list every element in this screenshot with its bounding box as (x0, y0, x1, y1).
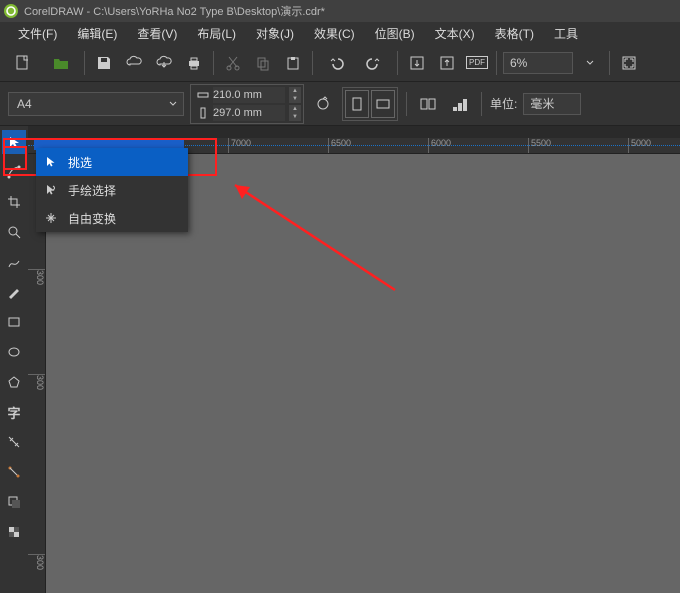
pages-button[interactable] (415, 91, 441, 117)
paper-size-select[interactable]: A4 (8, 92, 184, 116)
width-icon (197, 89, 209, 101)
polygon-tool[interactable] (2, 370, 26, 394)
new-button[interactable] (6, 50, 40, 76)
property-bar: A4 210.0 mm ▲▼ 297.0 mm ▲▼ 单位: 毫米 (0, 82, 680, 126)
zoom-dropdown[interactable] (577, 50, 603, 76)
rotate-button[interactable] (310, 91, 336, 117)
copy-button[interactable] (250, 50, 276, 76)
import-button[interactable] (404, 50, 430, 76)
transparency-tool[interactable] (2, 520, 26, 544)
freehand-tool[interactable] (2, 250, 26, 274)
unit-label: 单位: (490, 95, 517, 112)
text-tool[interactable]: 字 (2, 400, 26, 424)
pick-tool-flyout: 挑选 手绘选择 自由变换 (36, 148, 188, 232)
standard-toolbar: PDF 6% (0, 44, 680, 82)
flyout-label: 自由变换 (68, 210, 116, 227)
cut-button[interactable] (220, 50, 246, 76)
menu-edit[interactable]: 编辑(E) (67, 22, 127, 45)
landscape-button[interactable] (371, 90, 395, 118)
menu-layout[interactable]: 布局(L) (187, 22, 246, 45)
toolbox: 字 (0, 126, 28, 593)
chevron-down-icon (169, 97, 177, 111)
flyout-pick[interactable]: 挑选 (36, 148, 188, 176)
undo-button[interactable] (319, 50, 353, 76)
paste-button[interactable] (280, 50, 306, 76)
connector-tool[interactable] (2, 460, 26, 484)
info-strip (28, 126, 680, 138)
orientation-group (342, 87, 398, 121)
menu-text[interactable]: 文本(X) (425, 22, 485, 45)
page-height-input[interactable]: 297.0 mm (213, 105, 285, 121)
shape-tool[interactable] (2, 160, 26, 184)
ellipse-tool[interactable] (2, 340, 26, 364)
open-button[interactable] (44, 50, 78, 76)
redo-button[interactable] (357, 50, 391, 76)
flyout-label: 手绘选择 (68, 182, 116, 199)
menu-effects[interactable]: 效果(C) (304, 22, 365, 45)
save-button[interactable] (91, 50, 117, 76)
artistic-media-tool[interactable] (2, 280, 26, 304)
freehand-cursor-icon (42, 181, 60, 199)
width-spinner[interactable]: ▲▼ (289, 87, 301, 103)
menu-view[interactable]: 查看(V) (127, 22, 187, 45)
page-dimensions: 210.0 mm ▲▼ 297.0 mm ▲▼ (190, 84, 304, 124)
arrow-cursor-icon (42, 153, 60, 171)
drop-shadow-tool[interactable] (2, 490, 26, 514)
menu-bitmap[interactable]: 位图(B) (365, 22, 425, 45)
menu-tools[interactable]: 工具 (544, 22, 588, 45)
height-icon (197, 107, 209, 119)
transform-icon (42, 209, 60, 227)
zoom-tool[interactable] (2, 220, 26, 244)
page-width-input[interactable]: 210.0 mm (213, 87, 285, 103)
window-title: CorelDRAW - C:\Users\YoRHa No2 Type B\De… (24, 3, 325, 19)
paper-size-value: A4 (17, 97, 32, 111)
portrait-button[interactable] (345, 90, 369, 118)
print-button[interactable] (181, 50, 207, 76)
export-button[interactable] (434, 50, 460, 76)
parallel-dimension-tool[interactable] (2, 430, 26, 454)
cloud-down-button[interactable] (151, 50, 177, 76)
crop-tool[interactable] (2, 190, 26, 214)
align-button[interactable] (447, 91, 473, 117)
menu-object[interactable]: 对象(J) (246, 22, 304, 45)
unit-select[interactable]: 毫米 (523, 93, 581, 115)
pick-tool[interactable] (2, 130, 26, 154)
menu-bar: 文件(F) 编辑(E) 查看(V) 布局(L) 对象(J) 效果(C) 位图(B… (0, 22, 680, 44)
rectangle-tool[interactable] (2, 310, 26, 334)
title-bar: CorelDRAW - C:\Users\YoRHa No2 Type B\De… (0, 0, 680, 22)
menu-table[interactable]: 表格(T) (485, 22, 544, 45)
pdf-button[interactable]: PDF (464, 50, 490, 76)
zoom-input[interactable]: 6% (503, 52, 573, 74)
cloud-button[interactable] (121, 50, 147, 76)
app-icon (4, 4, 18, 18)
flyout-free-transform[interactable]: 自由变换 (36, 204, 188, 232)
flyout-label: 挑选 (68, 154, 92, 171)
fullscreen-button[interactable] (616, 50, 642, 76)
menu-file[interactable]: 文件(F) (8, 22, 67, 45)
height-spinner[interactable]: ▲▼ (289, 105, 301, 121)
flyout-freehand-pick[interactable]: 手绘选择 (36, 176, 188, 204)
